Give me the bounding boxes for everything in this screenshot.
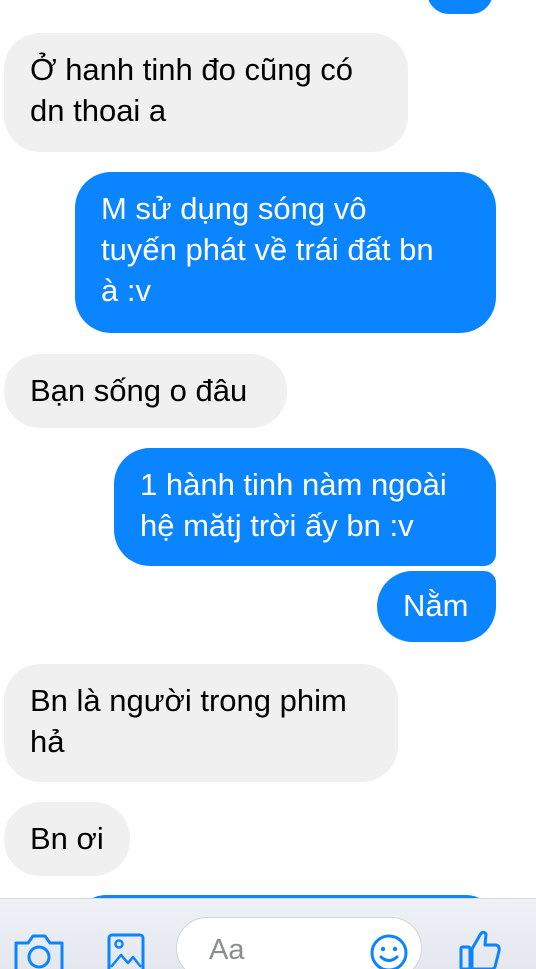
chat-screen: Ở hanh tinh đo cũng có dn thoai a M sử d…	[0, 0, 536, 969]
message-bubble-incoming[interactable]: Bn là người trong phim hả	[4, 664, 398, 782]
message-composer: Aa	[0, 898, 536, 969]
message-bubble-incoming[interactable]: Ở hanh tinh đo cũng có dn thoai a	[4, 33, 408, 152]
message-bubble-partial-top[interactable]	[427, 0, 493, 14]
message-input-placeholder: Aa	[209, 934, 245, 966]
emoji-icon[interactable]	[369, 933, 409, 969]
gallery-icon[interactable]	[107, 933, 145, 969]
camera-icon[interactable]	[12, 933, 66, 969]
message-bubble-incoming[interactable]: Bạn sống o đâu	[4, 354, 287, 428]
like-icon[interactable]	[458, 929, 502, 969]
message-bubble-outgoing[interactable]: 1 hành tinh nàm ngoài hệ mătj trời ấy bn…	[114, 448, 496, 566]
message-input[interactable]: Aa	[176, 917, 422, 969]
message-bubble-outgoing[interactable]: Nằm	[377, 571, 496, 642]
message-bubble-outgoing[interactable]: M sử dụng sóng vô tuyến phát về trái đất…	[75, 172, 496, 333]
message-bubble-incoming[interactable]: Bn ơi	[4, 802, 130, 876]
